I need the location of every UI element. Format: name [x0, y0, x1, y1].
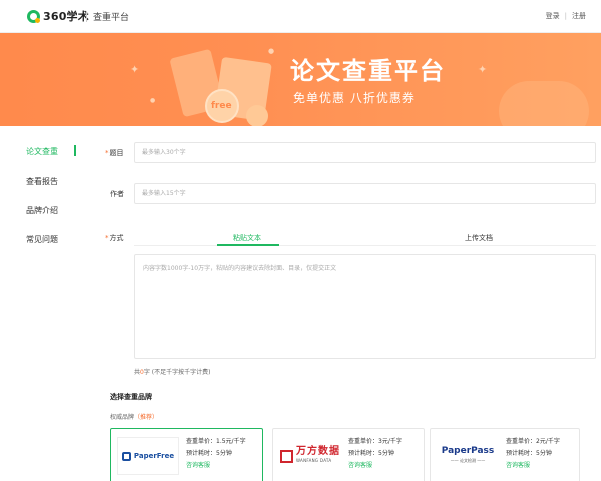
brand-time: 预计耗时：5分钟: [506, 450, 552, 457]
brand-logo-text: PaperFree: [133, 452, 175, 460]
paperfree-logo-icon: [121, 451, 131, 461]
decor-blob: [499, 81, 589, 126]
logo-icon: [27, 9, 40, 23]
brand-section-title: 选择查重品牌: [110, 393, 152, 401]
brand-time: 预计耗时：5分钟: [348, 450, 394, 457]
sparkle-icon: ✦: [130, 63, 140, 76]
register-link[interactable]: 注册: [572, 11, 586, 21]
brand-card-wanfang[interactable]: 万方数据 WANFANG DATA 查重单价：3元/千字 预计耗时：5分钟 咨询…: [272, 428, 425, 481]
tab-active-underline: [217, 244, 279, 246]
platform-name: 查重平台: [93, 13, 130, 23]
consult-link[interactable]: 咨询客服: [506, 460, 560, 472]
sidebar-active-indicator: [74, 145, 76, 156]
auth-links: 登录 | 注册: [546, 11, 586, 21]
banner-subtitle: 免单优惠 八折优惠券: [293, 91, 415, 105]
logo[interactable]: 360学术: [27, 8, 89, 24]
word-count-suffix: 字 (不足千字按千字计费): [143, 369, 211, 376]
tab-paste-text[interactable]: 粘贴文本: [233, 233, 261, 243]
brand-logo-text: 万方数据: [296, 446, 340, 457]
method-label: *方式: [105, 233, 124, 243]
content-textarea[interactable]: 内容字数1000字-10万字，粘贴的内容建议去除封面、目录，仅提交正文: [134, 254, 596, 359]
brand-logo: 万方数据 WANFANG DATA: [279, 437, 341, 475]
consult-link[interactable]: 咨询客服: [348, 460, 402, 472]
title-label: *题目: [105, 148, 124, 158]
promo-banner[interactable]: free ✦ ● ✦ ● 论文查重平台 免单优惠 八折优惠券: [0, 33, 601, 126]
tabs-divider: [134, 245, 596, 246]
sidebar-item-faq[interactable]: 常见问题: [26, 234, 58, 245]
required-mark: *: [105, 234, 109, 242]
brand-price: 查重单价：1.5元/千字: [186, 438, 246, 445]
required-mark: *: [105, 149, 109, 157]
sidebar-item-check[interactable]: 论文查重: [26, 146, 58, 157]
brand-group-label: 权威品牌（推荐）: [110, 412, 158, 421]
brand-logo: PaperFree: [117, 437, 179, 475]
sparkle-icon: ✦: [478, 63, 488, 76]
coin-icon: [246, 105, 268, 126]
method-label-text: 方式: [109, 234, 124, 242]
tab-upload-doc[interactable]: 上传文档: [465, 233, 493, 243]
brand-price: 查重单价：3元/千字: [348, 438, 402, 445]
auth-separator: |: [564, 12, 567, 20]
brand-logo: PaperPass —— 论文检测 ——: [437, 437, 499, 475]
logo-divider: [86, 11, 87, 22]
brand-logo-text: PaperPass: [441, 446, 495, 456]
author-input[interactable]: 最多输入15个字: [134, 183, 596, 204]
title-label-text: 题目: [109, 149, 124, 157]
brand-group-text: 权威品牌: [110, 414, 135, 421]
coin-label: free: [211, 101, 232, 111]
sparkle-icon: ●: [150, 97, 156, 104]
word-count: 共0字 (不足千字按千字计费): [134, 367, 210, 376]
wanfang-logo-icon: [280, 449, 293, 463]
brand-logo-subtext: WANFANG DATA: [296, 458, 332, 463]
login-link[interactable]: 登录: [546, 11, 560, 21]
brand-card-paperfree[interactable]: PaperFree 查重单价：1.5元/千字 预计耗时：5分钟 咨询客服: [110, 428, 263, 481]
banner-title: 论文查重平台: [290, 57, 446, 85]
top-bar: 360学术 查重平台 登录 | 注册: [0, 0, 601, 33]
consult-link[interactable]: 咨询客服: [186, 460, 246, 472]
brand-logo-subtext: —— 论文检测 ——: [450, 458, 486, 463]
sparkle-icon: ●: [268, 47, 275, 55]
title-input[interactable]: 最多输入30个字: [134, 142, 596, 163]
brand-price: 查重单价：2元/千字: [506, 438, 560, 445]
author-label: 作者: [110, 190, 124, 198]
logo-text: 360学术: [43, 10, 89, 23]
recommend-badge: （推荐）: [134, 414, 159, 421]
sidebar-item-report[interactable]: 查看报告: [26, 176, 58, 187]
sidebar-item-brands[interactable]: 品牌介绍: [26, 205, 58, 216]
brand-card-paperpass[interactable]: PaperPass —— 论文检测 —— 查重单价：2元/千字 预计耗时：5分钟…: [430, 428, 580, 481]
brand-time: 预计耗时：5分钟: [186, 450, 232, 457]
